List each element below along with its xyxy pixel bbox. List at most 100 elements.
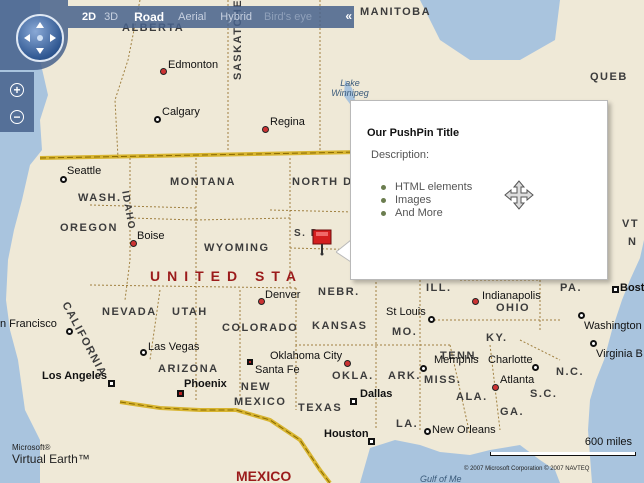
mode-road-button[interactable]: Road [130, 10, 168, 24]
copyright-text: © 2007 Microsoft Corporation © 2007 NAVT… [464, 466, 590, 472]
city-label: Indianapolis [482, 290, 541, 302]
collapse-toolbar-button[interactable]: « [345, 9, 352, 23]
city-label: Boston [620, 282, 644, 294]
country-label: MEXICO [236, 468, 292, 483]
city-label: Boise [137, 230, 165, 242]
mode-birds-eye-button[interactable]: Bird's eye [260, 11, 316, 23]
city-marker [262, 126, 269, 133]
move-cursor-icon [504, 180, 534, 210]
city-marker [532, 364, 539, 371]
city-label: Regina [270, 116, 305, 128]
state-label: NEW MEXICO [234, 381, 287, 408]
logo-virtual-earth-text: Virtual Earth™ [12, 452, 90, 466]
state-label: S.C. [530, 388, 558, 400]
list-item: And More [380, 207, 472, 220]
state-label: OHIO [496, 302, 531, 314]
city-marker [424, 428, 431, 435]
scale-line [490, 452, 636, 456]
pan-compass[interactable] [16, 14, 64, 62]
city-label: Oklahoma City [270, 350, 343, 362]
city-label: Dallas [360, 388, 393, 400]
city-marker [177, 390, 184, 397]
mode-hybrid-button[interactable]: Hybrid [216, 11, 256, 23]
state-label: MO. [392, 326, 418, 338]
city-marker [60, 176, 67, 183]
state-label: N [628, 236, 638, 248]
city-label: Los Angeles [42, 370, 107, 382]
city-label: New Orleans [432, 424, 496, 436]
infobox-description-label: Description: [371, 149, 430, 161]
city-label: St Louis [386, 306, 426, 318]
city-label: n Francisco [0, 318, 57, 330]
pushpin-infobox: Our PushPin Title Description: HTML elem… [350, 100, 608, 280]
city-marker [154, 116, 161, 123]
state-label: KY. [486, 332, 508, 344]
state-label: UTAH [172, 306, 208, 318]
state-label: COLORADO [222, 322, 299, 334]
zoom-control: + − [0, 72, 34, 132]
zoom-out-button[interactable]: − [10, 110, 24, 124]
list-item: HTML elements [380, 181, 473, 193]
map-style-bar: 2D 3D Road Aerial Hybrid Bird's eye « [68, 6, 354, 28]
pan-arrows-icon [24, 22, 56, 54]
state-label: OKLA. [332, 370, 374, 382]
logo-microsoft-text: Microsoft® [12, 443, 51, 452]
scale-label: 600 miles [584, 436, 632, 448]
city-marker [578, 312, 585, 319]
state-label: N.C. [556, 366, 584, 378]
city-marker [130, 240, 137, 247]
city-label: Atlanta [500, 374, 535, 386]
infobox-title: Our PushPin Title [367, 127, 460, 139]
city-marker [492, 384, 499, 391]
list-item: Images [380, 194, 472, 207]
state-label: PA. [560, 282, 583, 294]
city-marker [350, 398, 357, 405]
state-label: ALA. [456, 391, 488, 403]
mode-aerial-button[interactable]: Aerial [174, 11, 210, 23]
map-canvas[interactable]: ALBERTA SASKATCHEWAN MANITOBA QUEB MONTA… [0, 0, 644, 483]
city-marker [472, 298, 479, 305]
city-marker [160, 68, 167, 75]
state-label: VT [622, 218, 640, 230]
city-label: Houston [324, 428, 369, 440]
city-label: Santa Fe [255, 364, 300, 376]
virtual-earth-logo: Microsoft® Virtual Earth™ [12, 443, 90, 466]
city-marker [420, 365, 427, 372]
state-label: MONTANA [170, 176, 236, 188]
state-label: OREGON [60, 222, 118, 234]
city-label: Charlotte [488, 354, 533, 366]
pushpin-icon [312, 229, 332, 256]
city-marker [428, 316, 435, 323]
city-marker [140, 349, 147, 356]
mode-3d-button[interactable]: 3D [100, 11, 122, 23]
city-label: Washington [584, 320, 642, 332]
city-marker [590, 340, 597, 347]
state-label: MISS. [424, 374, 462, 386]
pushpin[interactable] [310, 228, 334, 261]
state-label: KANSAS [312, 320, 368, 332]
state-label: NEVADA [102, 306, 157, 318]
city-label: Seattle [67, 165, 102, 177]
province-label: QUEB [590, 71, 628, 83]
scale-bar: 600 miles [490, 436, 636, 458]
state-label: ILL. [426, 282, 452, 294]
city-label: Phoenix [184, 378, 227, 390]
state-label: WASH. [78, 192, 122, 204]
water-label: Gulf of Me [420, 474, 462, 483]
city-marker [344, 360, 351, 367]
navigation-control: + − [0, 0, 68, 132]
zoom-in-button[interactable]: + [10, 83, 24, 97]
province-label: MANITOBA [360, 6, 432, 18]
country-label: UNITED STA [150, 268, 303, 284]
state-label: LA. [396, 418, 419, 430]
mode-2d-button[interactable]: 2D [78, 11, 100, 23]
state-label: WYOMING [204, 242, 270, 254]
city-marker [66, 328, 73, 335]
city-label: Calgary [162, 106, 200, 118]
city-marker [258, 298, 265, 305]
city-marker [612, 286, 619, 293]
state-label: TEXAS [298, 402, 343, 414]
city-label: Denver [265, 289, 301, 301]
city-label: Edmonton [168, 59, 219, 71]
city-label: Las Vegas [148, 341, 200, 353]
